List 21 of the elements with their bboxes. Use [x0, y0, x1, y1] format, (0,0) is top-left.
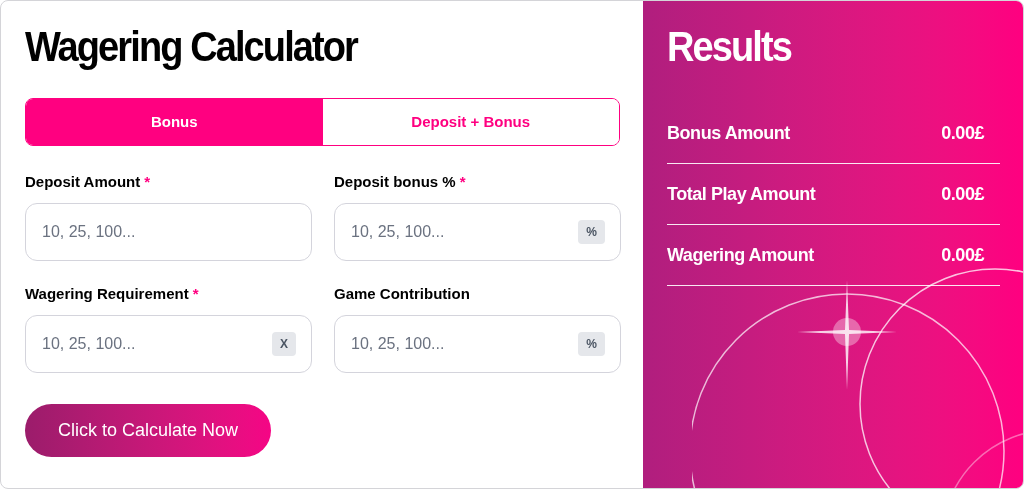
- result-label: Bonus Amount: [667, 121, 790, 145]
- calculator-title: Wagering Calculator: [25, 22, 357, 72]
- number-input[interactable]: 10, 25, 100...: [25, 203, 312, 261]
- required-asterisk: *: [144, 171, 151, 192]
- unit-badge: X: [272, 332, 296, 356]
- result-value: 0.00£: [941, 182, 984, 206]
- unit-badge: %: [578, 220, 605, 244]
- result-value: 0.00£: [941, 121, 984, 145]
- field-label: Wagering Requirement: [25, 283, 189, 304]
- result-label: Wagering Amount: [667, 243, 814, 267]
- required-asterisk: *: [459, 171, 466, 192]
- field-label: Deposit Amount: [25, 171, 141, 192]
- unit-badge: %: [578, 332, 605, 356]
- required-asterisk: *: [192, 283, 199, 304]
- calculate-button[interactable]: Click to Calculate Now: [25, 404, 271, 457]
- result-label: Total Play Amount: [667, 182, 816, 206]
- results-title: Results: [667, 22, 791, 72]
- field-label: Game Contribution: [334, 283, 470, 304]
- result-value: 0.00£: [941, 243, 984, 267]
- field-label: Deposit bonus %: [334, 171, 456, 192]
- mode-tab[interactable]: Bonus: [26, 99, 323, 145]
